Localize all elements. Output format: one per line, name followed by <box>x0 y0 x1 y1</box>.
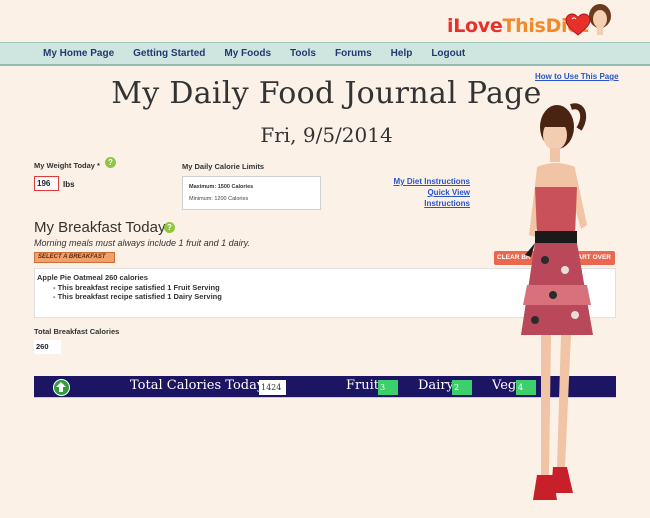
calorie-limits-label: My Daily Calorie Limits <box>182 162 265 171</box>
breakfast-help-icon[interactable]: ? <box>164 222 175 233</box>
nav-forums[interactable]: Forums <box>335 48 372 59</box>
total-calories-label: Total Calories Today: <box>130 378 269 393</box>
nav-help[interactable]: Help <box>391 48 413 59</box>
recipe-name: Apple Pie Oatmeal 260 calories <box>37 273 148 282</box>
total-breakfast-calories-value: 260 <box>34 340 61 354</box>
weight-label: My Weight Today * <box>34 161 100 170</box>
nav-my-foods[interactable]: My Foods <box>224 48 271 59</box>
dairy-label: Dairy <box>418 378 454 393</box>
breakfast-note: Morning meals must always include 1 frui… <box>34 238 250 248</box>
total-calories-value: 1424 <box>259 380 286 395</box>
logo-this: This <box>502 15 546 37</box>
fruit-label: Fruit <box>346 378 379 393</box>
calorie-max: Maximum: 1500 Calories <box>189 184 254 190</box>
weight-unit: lbs <box>63 180 75 189</box>
mascot-face-icon <box>589 4 611 35</box>
select-breakfast-button[interactable]: SELECT A BREAKFAST <box>34 252 115 263</box>
fruit-value: 3 <box>378 380 398 395</box>
model-illustration <box>521 103 593 500</box>
nav-my-home-page[interactable]: My Home Page <box>43 48 114 59</box>
breakfast-title: My Breakfast Today <box>34 219 166 236</box>
dairy-value: 2 <box>452 380 472 395</box>
instruction-links: My Diet Instructions Quick View Instruct… <box>380 176 470 209</box>
calorie-min: Minimum: 1200 Calories <box>189 196 249 202</box>
site-logo[interactable]: iLoveThisDiet <box>447 4 611 42</box>
recipe-dairy-line: - This breakfast recipe satisfied 1 Dair… <box>53 292 222 301</box>
logo-love: Love <box>453 15 503 37</box>
main-nav: My Home Page Getting Started My Foods To… <box>0 42 650 66</box>
nav-getting-started[interactable]: Getting Started <box>133 48 205 59</box>
arrow-up-icon <box>56 382 66 392</box>
total-breakfast-calories-label: Total Breakfast Calories <box>34 327 120 336</box>
weight-input[interactable]: 196 <box>34 176 59 191</box>
nav-logout[interactable]: Logout <box>431 48 465 59</box>
diet-instructions-link[interactable]: My Diet Instructions <box>380 176 470 187</box>
scroll-up-button[interactable] <box>53 379 70 396</box>
calorie-limits-box: Maximum: 1500 Calories Minimum: 1200 Cal… <box>182 176 321 210</box>
nav-tools[interactable]: Tools <box>290 48 316 59</box>
weight-help-icon[interactable]: ? <box>105 157 116 168</box>
recipe-fruit-line: - This breakfast recipe satisfied 1 Frui… <box>53 283 220 292</box>
quick-view-instructions-link[interactable]: Quick View Instructions <box>380 187 470 209</box>
